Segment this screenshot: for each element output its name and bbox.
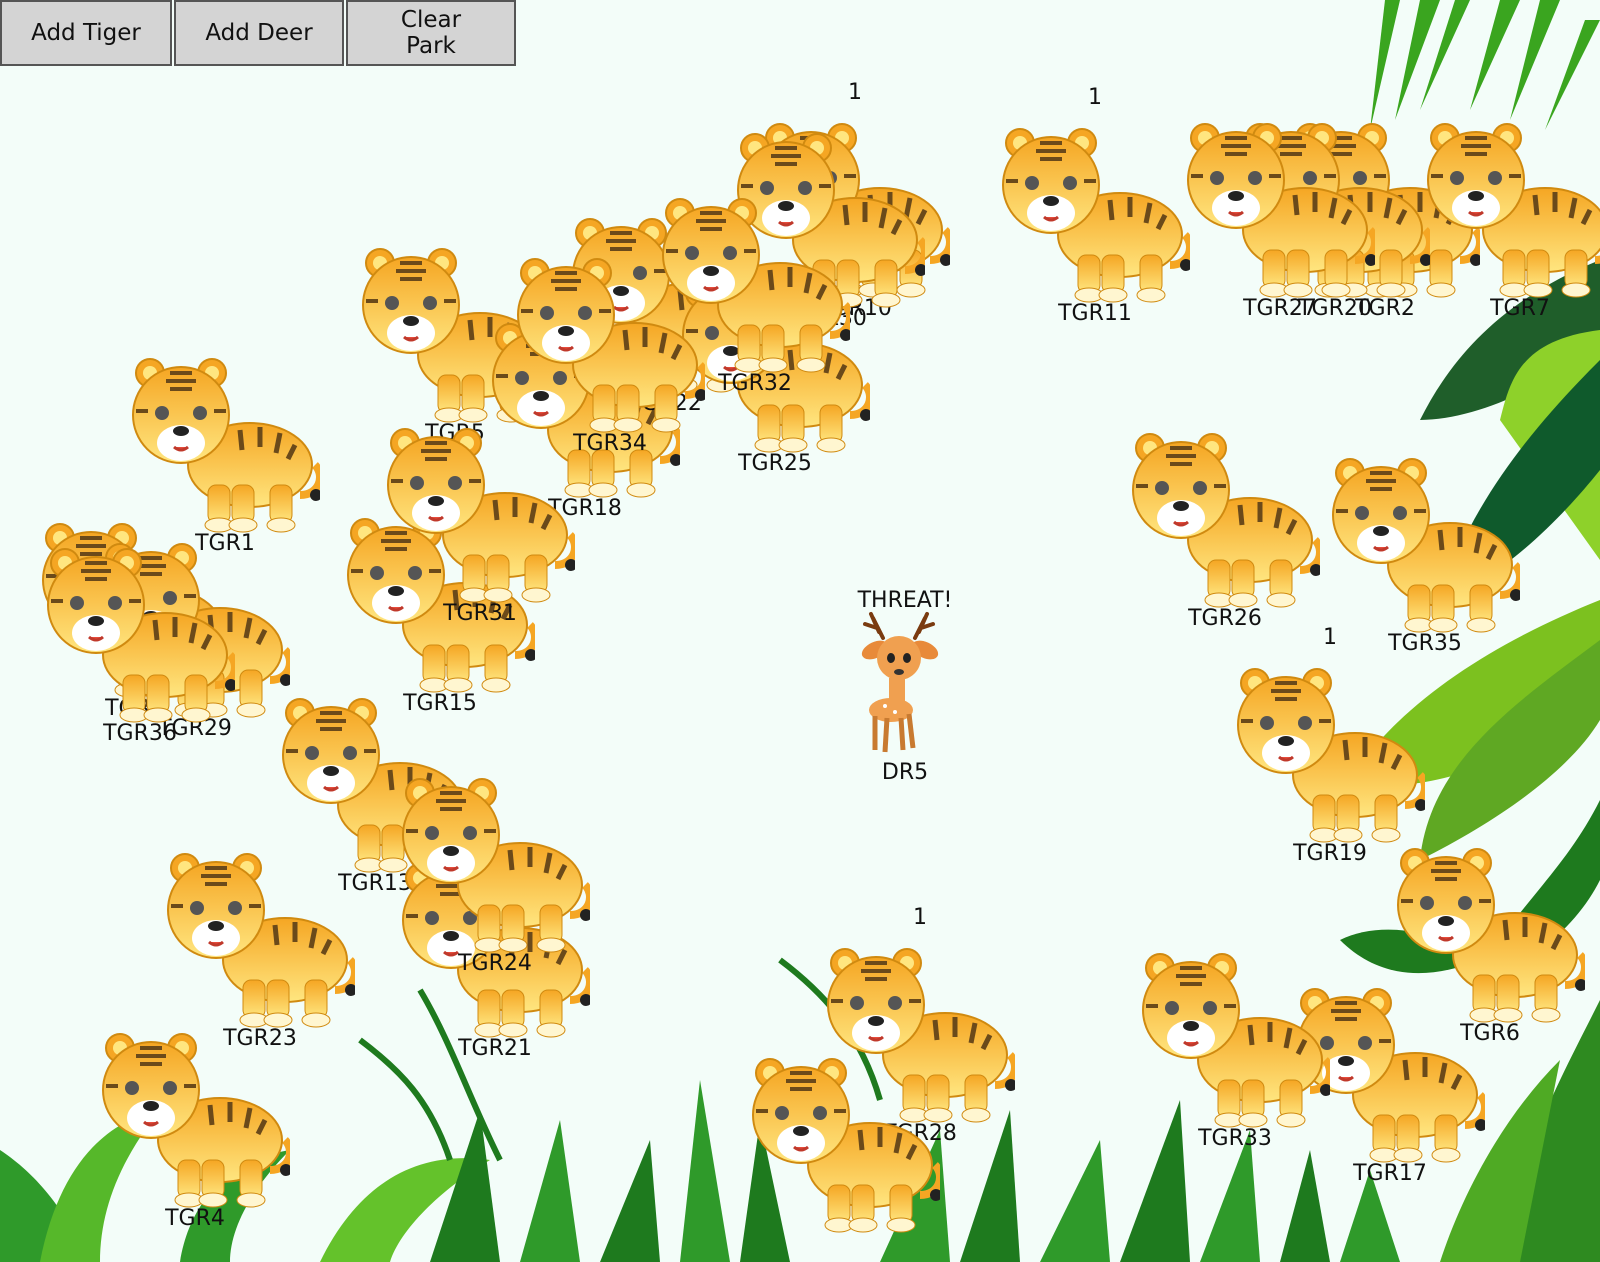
tiger-icon <box>517 258 705 433</box>
tiger-label: TGR15 <box>403 691 477 716</box>
tiger-icon <box>402 778 590 953</box>
deer-sprite[interactable]: THREAT! DR5 <box>845 588 965 790</box>
tiger-icon <box>1002 128 1190 303</box>
tiger-icon <box>1142 953 1330 1128</box>
tiger-icon <box>1237 668 1425 843</box>
tiger-label: TGR31 <box>443 601 517 626</box>
add-deer-button[interactable]: Add Deer <box>174 0 344 66</box>
clear-park-button[interactable]: Clear Park <box>346 0 516 66</box>
tiger-sprite[interactable]: TGR27 <box>1185 120 1375 321</box>
tiger-sprite[interactable]: TGR33 <box>1140 950 1330 1151</box>
tiger-sprite[interactable]: TGR4 <box>100 1030 290 1231</box>
tiger-label: TGR34 <box>573 431 647 456</box>
tiger-sprite[interactable]: TGR11 1 <box>1000 85 1190 326</box>
tiger-label: TGR11 <box>1058 301 1132 326</box>
tiger-label: TGR21 <box>458 1036 532 1061</box>
tiger-label: TGR27 <box>1243 296 1317 321</box>
tiger-icon <box>1427 123 1600 298</box>
tiger-label: TGR4 <box>165 1206 225 1231</box>
tiger-sprite[interactable]: TGR34 <box>515 255 705 456</box>
tiger-count: 1 <box>848 80 862 105</box>
deer-status: THREAT! <box>857 588 953 613</box>
tiger-label: TGR35 <box>1388 631 1462 656</box>
deer-label: DR5 <box>881 760 929 785</box>
tiger-icon <box>1187 123 1375 298</box>
tiger-label: TGR33 <box>1198 1126 1272 1151</box>
park-canvas: Add Tiger Add Deer Clear Park TGR1 TGR2 … <box>0 0 1600 1262</box>
tiger-label: TGR25 <box>738 451 812 476</box>
tiger-icon <box>167 853 355 1028</box>
tiger-icon <box>1332 458 1520 633</box>
toolbar: Add Tiger Add Deer Clear Park <box>0 0 518 66</box>
tiger-label: TGR19 <box>1293 841 1367 866</box>
tiger-sprite[interactable] <box>750 1055 940 1255</box>
tiger-label: TGR26 <box>1188 606 1262 631</box>
tiger-sprite[interactable]: TGR36 <box>45 545 235 746</box>
tiger-sprite[interactable]: TGR26 <box>1130 430 1320 631</box>
tiger-sprite[interactable]: TGR35 <box>1330 455 1520 656</box>
tiger-label: TGR24 <box>458 951 532 976</box>
tiger-icon <box>102 1033 290 1208</box>
deer-icon <box>861 612 939 753</box>
add-tiger-button[interactable]: Add Tiger <box>0 0 172 66</box>
tiger-sprite[interactable]: TGR7 <box>1425 120 1600 321</box>
tiger-label: TGR23 <box>223 1026 297 1051</box>
tiger-icon <box>752 1058 940 1233</box>
tiger-count: 1 <box>913 905 927 930</box>
tiger-icon <box>132 358 320 533</box>
tiger-sprite[interactable]: TGR19 1 <box>1235 625 1425 866</box>
tiger-label: TGR7 <box>1490 296 1550 321</box>
tiger-sprite[interactable]: TGR23 <box>165 850 355 1051</box>
tiger-label: TGR17 <box>1353 1161 1427 1186</box>
tiger-label: TGR36 <box>103 721 177 746</box>
tiger-icon <box>47 548 235 723</box>
tiger-sprite[interactable]: TGR24 <box>400 775 590 976</box>
tiger-icon <box>1132 433 1320 608</box>
tiger-count: 1 <box>1088 85 1102 110</box>
